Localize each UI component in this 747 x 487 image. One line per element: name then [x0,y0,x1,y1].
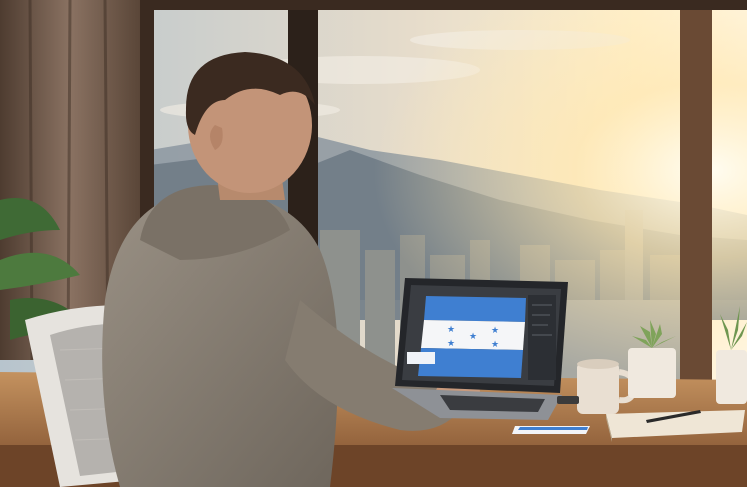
desk-small-device [557,396,579,404]
laptop-icon: ★ ★ ★ ★ ★ [392,278,568,420]
app-right-panel [528,295,556,380]
flag-card-stripe [518,427,588,430]
svg-text:★: ★ [469,332,477,342]
app-small-dialog [407,352,435,364]
photo-scene: ★ ★ ★ ★ ★ [0,0,747,487]
window-frame-right [680,0,712,380]
svg-text:★: ★ [447,325,455,335]
svg-text:★: ★ [491,326,499,336]
scene-illustration: ★ ★ ★ ★ ★ [0,0,747,487]
svg-text:★: ★ [447,339,455,349]
svg-text:★: ★ [491,340,499,350]
flag-top-stripe [424,296,526,322]
honduras-flag: ★ ★ ★ ★ ★ [418,296,526,378]
